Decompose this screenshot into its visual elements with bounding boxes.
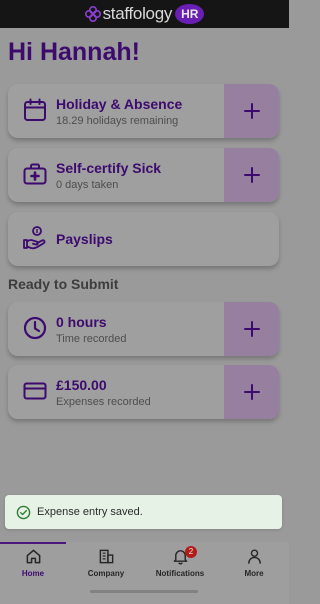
nav-label: Home [21, 569, 45, 578]
credit-card-icon [23, 382, 47, 400]
plus-icon [243, 167, 260, 183]
section-heading: Ready to Submit [8, 276, 119, 292]
nav-label: Company [87, 569, 125, 578]
nav-more[interactable]: More [218, 548, 290, 582]
clock-icon [23, 316, 47, 340]
card-title: Self-certify Sick [56, 160, 162, 176]
holiday-absence-card[interactable]: Holiday & Absence 18.29 holidays remaini… [8, 84, 279, 138]
building-icon [99, 549, 113, 564]
card-subtitle: 18.29 holidays remaining [56, 115, 179, 127]
add-time-button[interactable] [224, 302, 279, 356]
time-recorded-card[interactable]: 0 hours Time recorded [8, 302, 279, 356]
nav-home[interactable]: Home [0, 548, 69, 582]
nav-label: Notifications [155, 569, 205, 578]
home-icon [26, 549, 40, 564]
active-tab-indicator [0, 542, 66, 544]
card-title: Holiday & Absence [56, 96, 183, 112]
plus-icon [243, 321, 260, 337]
check-circle-icon [16, 505, 31, 519]
card-subtitle: Expenses recorded [56, 396, 151, 408]
add-expense-button[interactable] [224, 365, 279, 419]
notification-badge: 2 [185, 546, 197, 558]
person-icon [247, 549, 261, 564]
payslips-card[interactable]: Payslips [8, 212, 279, 266]
nav-label: More [244, 569, 264, 578]
toast-notification: Expense entry saved. [5, 495, 282, 529]
card-title: 0 hours [56, 314, 107, 330]
self-certify-sick-card[interactable]: Self-certify Sick 0 days taken [8, 148, 279, 202]
plus-icon [243, 103, 260, 119]
card-subtitle: 0 days taken [56, 179, 119, 191]
hand-money-icon [23, 226, 46, 250]
card-title: Payslips [56, 231, 113, 247]
greeting-title: Hi Hannah! [8, 38, 140, 66]
nav-company[interactable]: Company [70, 548, 142, 582]
card-subtitle: Time recorded [56, 333, 127, 345]
nav-notifications[interactable]: 2 Notifications [144, 546, 216, 582]
add-sick-button[interactable] [224, 148, 279, 202]
calendar-icon [24, 98, 46, 121]
toast-message: Expense entry saved. [37, 506, 143, 518]
app-header: staffology HR [0, 0, 289, 28]
logo-wordmark: staffology [102, 4, 173, 23]
plus-icon [243, 384, 260, 400]
add-holiday-button[interactable] [224, 84, 279, 138]
medical-kit-icon [23, 163, 47, 185]
expenses-recorded-card[interactable]: £150.00 Expenses recorded [8, 365, 279, 419]
home-indicator-bar[interactable] [90, 590, 198, 593]
staffology-logo: staffology HR [84, 4, 205, 24]
logo-hr-badge: HR [175, 4, 205, 24]
card-title: £150.00 [56, 377, 107, 393]
bottom-navigation: Home Company 2 Notifications More [0, 542, 289, 604]
flower-logo-icon [84, 6, 101, 22]
